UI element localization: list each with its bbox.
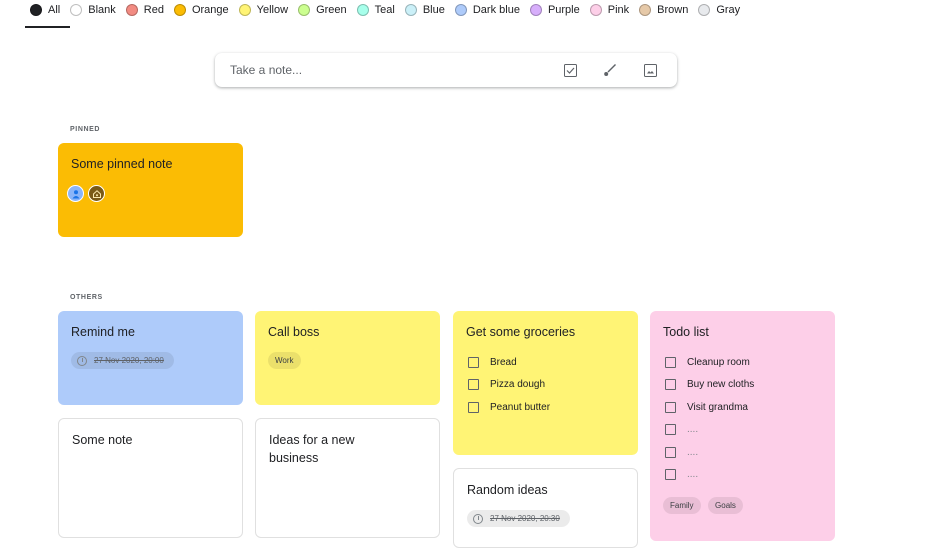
- checkbox-icon[interactable]: [665, 356, 676, 368]
- note-card[interactable]: Todo list Cleanup room Buy new cloths Vi…: [650, 311, 835, 541]
- note-title: Get some groceries: [466, 325, 576, 339]
- checklist-item[interactable]: Bread: [466, 351, 625, 374]
- filter-green[interactable]: Green: [298, 4, 347, 16]
- checklist-item[interactable]: ....: [663, 464, 822, 487]
- checkbox-icon[interactable]: [665, 446, 676, 458]
- others-section-label: OTHERS: [70, 294, 103, 301]
- reminder-chip[interactable]: 27 Nov 2020, 20:00: [71, 352, 174, 369]
- filter-pink[interactable]: Pink: [589, 4, 629, 16]
- color-dot-icon: [70, 4, 83, 16]
- filter-all[interactable]: All: [30, 4, 60, 16]
- take-note-composer[interactable]: [215, 53, 677, 87]
- color-dot-icon: [298, 4, 311, 16]
- note-title: Todo list: [663, 325, 709, 339]
- color-dot-icon: [698, 4, 711, 16]
- checklist-item[interactable]: ....: [663, 419, 822, 442]
- note-card[interactable]: Some pinned note: [58, 143, 243, 237]
- checklist-item[interactable]: Visit grandma: [663, 396, 822, 419]
- label-chip[interactable]: Goals: [708, 497, 743, 514]
- pinned-section-label: PINNED: [70, 126, 101, 133]
- filter-brown[interactable]: Brown: [639, 4, 688, 16]
- color-dot-icon: [238, 4, 251, 16]
- checkbox-icon[interactable]: [665, 379, 676, 391]
- checkbox-icon[interactable]: [665, 469, 676, 481]
- filter-teal[interactable]: Teal: [356, 4, 395, 16]
- checklist: Cleanup room Buy new cloths Visit grandm…: [663, 351, 822, 486]
- filter-gray[interactable]: Gray: [698, 4, 740, 16]
- filter-dark-blue[interactable]: Dark blue: [454, 4, 520, 16]
- checklist: Bread Pizza dough Peanut butter: [466, 351, 625, 419]
- home-avatar-icon[interactable]: [88, 185, 105, 202]
- color-dot-icon: [639, 4, 652, 16]
- checkbox-icon[interactable]: [665, 424, 676, 436]
- checkbox-icon[interactable]: [468, 379, 479, 391]
- note-title: Call boss: [268, 325, 320, 339]
- checkbox-icon[interactable]: [665, 401, 676, 413]
- note-title: Ideas for a new business: [269, 433, 355, 465]
- checklist-item[interactable]: Pizza dough: [466, 374, 625, 397]
- brush-icon[interactable]: [601, 61, 619, 79]
- color-dot-icon: [173, 4, 186, 16]
- color-dot-icon: [30, 4, 42, 16]
- label-chip[interactable]: Work: [268, 352, 301, 369]
- user-avatar-icon[interactable]: [67, 185, 84, 202]
- filter-blank[interactable]: Blank: [70, 4, 116, 16]
- checklist-item[interactable]: Peanut butter: [466, 396, 625, 419]
- filter-purple[interactable]: Purple: [529, 4, 580, 16]
- note-card[interactable]: Remind me 27 Nov 2020, 20:00: [58, 311, 243, 405]
- note-card[interactable]: Random ideas 27 Nov 2020, 20:30: [453, 468, 638, 548]
- filter-orange[interactable]: Orange: [173, 4, 229, 16]
- note-title: Random ideas: [467, 483, 548, 497]
- note-title: Remind me: [71, 325, 135, 339]
- checkbox-icon[interactable]: [468, 401, 479, 413]
- checkbox-icon[interactable]: [561, 61, 579, 79]
- checkbox-icon[interactable]: [468, 356, 479, 368]
- label-chip[interactable]: Family: [663, 497, 701, 514]
- clock-icon: [473, 513, 483, 524]
- filter-red[interactable]: Red: [125, 4, 164, 16]
- reminder-chip[interactable]: 27 Nov 2020, 20:30: [467, 510, 570, 527]
- checklist-item[interactable]: Buy new cloths: [663, 374, 822, 397]
- image-icon[interactable]: [641, 61, 659, 79]
- note-title: Some pinned note: [71, 157, 173, 171]
- filter-yellow[interactable]: Yellow: [238, 4, 288, 16]
- color-dot-icon: [589, 4, 602, 16]
- take-note-input[interactable]: [228, 62, 552, 78]
- note-card[interactable]: Get some groceries Bread Pizza dough Pea…: [453, 311, 638, 455]
- color-dot-icon: [404, 4, 417, 16]
- color-dot-icon: [454, 4, 467, 16]
- color-filter-bar: All Blank Red Orange Yellow Green Teal B…: [30, 2, 750, 18]
- color-dot-icon: [529, 4, 542, 16]
- checklist-item[interactable]: Cleanup room: [663, 351, 822, 374]
- filter-blue[interactable]: Blue: [404, 4, 445, 16]
- note-card[interactable]: Some note: [58, 418, 243, 538]
- note-title: Some note: [72, 433, 133, 447]
- color-dot-icon: [356, 4, 369, 16]
- note-card[interactable]: Call boss Work: [255, 311, 440, 405]
- checklist-item[interactable]: ....: [663, 441, 822, 464]
- active-filter-indicator: [25, 26, 70, 28]
- note-card[interactable]: Ideas for a new business: [255, 418, 440, 538]
- clock-icon: [77, 355, 87, 366]
- color-dot-icon: [125, 4, 138, 16]
